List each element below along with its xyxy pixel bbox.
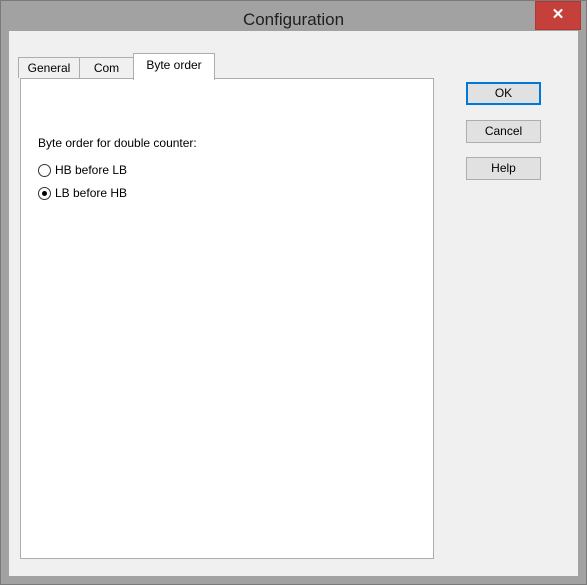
tab-general[interactable]: General (18, 57, 80, 78)
tab-byte-order-label: Byte order (146, 58, 202, 72)
window-title: Configuration (242, 10, 345, 29)
configuration-dialog: Configuration ✕ General Com Byte order B… (0, 0, 587, 585)
radio-hb-before-lb-label: HB before LB (55, 163, 128, 177)
cancel-button[interactable]: Cancel (466, 120, 541, 143)
radio-lb-before-hb-label: LB before HB (55, 186, 128, 200)
close-icon: ✕ (551, 6, 565, 23)
tab-com[interactable]: Com (79, 57, 134, 78)
dialog-client-area: General Com Byte order Byte order for do… (9, 31, 578, 576)
tab-general-label: General (27, 61, 71, 75)
radio-hb-before-lb-circle[interactable] (38, 163, 51, 177)
radio-hb-before-lb[interactable]: HB before LB (38, 162, 127, 178)
tab-com-label: Com (93, 61, 120, 75)
tab-byte-order[interactable]: Byte order (133, 53, 215, 80)
radio-lb-before-hb-circle[interactable] (38, 186, 51, 200)
ok-button[interactable]: OK (466, 82, 541, 105)
byte-order-label: Byte order for double counter: (38, 136, 197, 150)
help-button[interactable]: Help (466, 157, 541, 180)
close-button[interactable]: ✕ (535, 1, 581, 30)
byte-order-panel: Byte order for double counter: HB before… (20, 78, 434, 559)
radio-lb-before-hb[interactable]: LB before HB (38, 185, 127, 201)
